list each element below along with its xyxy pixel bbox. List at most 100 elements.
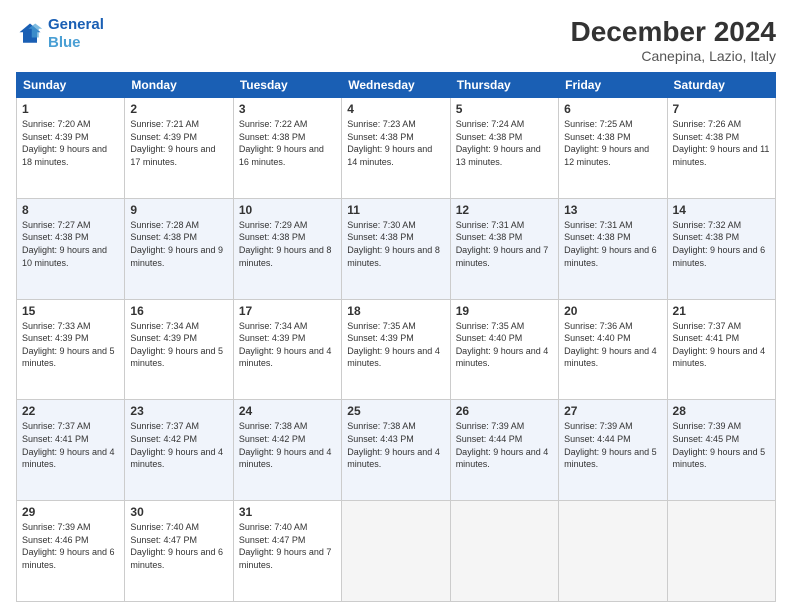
- calendar-cell: 11 Sunrise: 7:30 AM Sunset: 4:38 PM Dayl…: [342, 198, 450, 299]
- calendar-cell: 20 Sunrise: 7:36 AM Sunset: 4:40 PM Dayl…: [559, 299, 667, 400]
- calendar-cell: 24 Sunrise: 7:38 AM Sunset: 4:42 PM Dayl…: [233, 400, 341, 501]
- day-info: Sunrise: 7:21 AM Sunset: 4:39 PM Dayligh…: [130, 118, 227, 168]
- day-info: Sunrise: 7:36 AM Sunset: 4:40 PM Dayligh…: [564, 320, 661, 370]
- day-header-thursday: Thursday: [450, 73, 558, 98]
- day-number: 22: [22, 404, 119, 418]
- day-number: 12: [456, 203, 553, 217]
- calendar-week-row: 22 Sunrise: 7:37 AM Sunset: 4:41 PM Dayl…: [17, 400, 776, 501]
- calendar-cell: 28 Sunrise: 7:39 AM Sunset: 4:45 PM Dayl…: [667, 400, 775, 501]
- day-number: 8: [22, 203, 119, 217]
- calendar-cell: 5 Sunrise: 7:24 AM Sunset: 4:38 PM Dayli…: [450, 98, 558, 199]
- day-header-tuesday: Tuesday: [233, 73, 341, 98]
- day-number: 3: [239, 102, 336, 116]
- day-info: Sunrise: 7:40 AM Sunset: 4:47 PM Dayligh…: [239, 521, 336, 571]
- day-number: 16: [130, 304, 227, 318]
- calendar-cell: 18 Sunrise: 7:35 AM Sunset: 4:39 PM Dayl…: [342, 299, 450, 400]
- day-number: 2: [130, 102, 227, 116]
- day-info: Sunrise: 7:31 AM Sunset: 4:38 PM Dayligh…: [456, 219, 553, 269]
- day-number: 13: [564, 203, 661, 217]
- day-info: Sunrise: 7:22 AM Sunset: 4:38 PM Dayligh…: [239, 118, 336, 168]
- logo-line2: Blue: [48, 34, 104, 52]
- day-number: 20: [564, 304, 661, 318]
- calendar-cell: 4 Sunrise: 7:23 AM Sunset: 4:38 PM Dayli…: [342, 98, 450, 199]
- day-header-wednesday: Wednesday: [342, 73, 450, 98]
- calendar-header-row: SundayMondayTuesdayWednesdayThursdayFrid…: [17, 73, 776, 98]
- day-number: 1: [22, 102, 119, 116]
- day-number: 10: [239, 203, 336, 217]
- logo-text: General Blue: [48, 16, 104, 52]
- day-info: Sunrise: 7:30 AM Sunset: 4:38 PM Dayligh…: [347, 219, 444, 269]
- calendar-week-row: 15 Sunrise: 7:33 AM Sunset: 4:39 PM Dayl…: [17, 299, 776, 400]
- calendar-cell: 22 Sunrise: 7:37 AM Sunset: 4:41 PM Dayl…: [17, 400, 125, 501]
- day-number: 28: [673, 404, 770, 418]
- day-info: Sunrise: 7:34 AM Sunset: 4:39 PM Dayligh…: [239, 320, 336, 370]
- day-info: Sunrise: 7:35 AM Sunset: 4:39 PM Dayligh…: [347, 320, 444, 370]
- day-info: Sunrise: 7:33 AM Sunset: 4:39 PM Dayligh…: [22, 320, 119, 370]
- day-info: Sunrise: 7:20 AM Sunset: 4:39 PM Dayligh…: [22, 118, 119, 168]
- calendar-table: SundayMondayTuesdayWednesdayThursdayFrid…: [16, 72, 776, 602]
- calendar-cell: 9 Sunrise: 7:28 AM Sunset: 4:38 PM Dayli…: [125, 198, 233, 299]
- day-info: Sunrise: 7:28 AM Sunset: 4:38 PM Dayligh…: [130, 219, 227, 269]
- day-number: 30: [130, 505, 227, 519]
- day-info: Sunrise: 7:23 AM Sunset: 4:38 PM Dayligh…: [347, 118, 444, 168]
- day-number: 29: [22, 505, 119, 519]
- calendar-cell: 10 Sunrise: 7:29 AM Sunset: 4:38 PM Dayl…: [233, 198, 341, 299]
- calendar-cell: 30 Sunrise: 7:40 AM Sunset: 4:47 PM Dayl…: [125, 501, 233, 602]
- day-number: 21: [673, 304, 770, 318]
- day-info: Sunrise: 7:37 AM Sunset: 4:42 PM Dayligh…: [130, 420, 227, 470]
- day-number: 5: [456, 102, 553, 116]
- day-number: 18: [347, 304, 444, 318]
- day-info: Sunrise: 7:39 AM Sunset: 4:44 PM Dayligh…: [456, 420, 553, 470]
- day-number: 23: [130, 404, 227, 418]
- calendar-cell: 31 Sunrise: 7:40 AM Sunset: 4:47 PM Dayl…: [233, 501, 341, 602]
- main-title: December 2024: [571, 16, 776, 48]
- calendar-cell: 14 Sunrise: 7:32 AM Sunset: 4:38 PM Dayl…: [667, 198, 775, 299]
- calendar-cell: 29 Sunrise: 7:39 AM Sunset: 4:46 PM Dayl…: [17, 501, 125, 602]
- calendar-cell: 25 Sunrise: 7:38 AM Sunset: 4:43 PM Dayl…: [342, 400, 450, 501]
- day-info: Sunrise: 7:26 AM Sunset: 4:38 PM Dayligh…: [673, 118, 770, 168]
- page: General Blue December 2024 Canepina, Laz…: [0, 0, 792, 612]
- day-info: Sunrise: 7:39 AM Sunset: 4:44 PM Dayligh…: [564, 420, 661, 470]
- day-info: Sunrise: 7:34 AM Sunset: 4:39 PM Dayligh…: [130, 320, 227, 370]
- day-number: 15: [22, 304, 119, 318]
- day-number: 7: [673, 102, 770, 116]
- calendar-cell: 19 Sunrise: 7:35 AM Sunset: 4:40 PM Dayl…: [450, 299, 558, 400]
- calendar-cell: 27 Sunrise: 7:39 AM Sunset: 4:44 PM Dayl…: [559, 400, 667, 501]
- day-info: Sunrise: 7:39 AM Sunset: 4:45 PM Dayligh…: [673, 420, 770, 470]
- day-number: 9: [130, 203, 227, 217]
- day-number: 25: [347, 404, 444, 418]
- calendar-cell: 3 Sunrise: 7:22 AM Sunset: 4:38 PM Dayli…: [233, 98, 341, 199]
- day-number: 17: [239, 304, 336, 318]
- day-number: 4: [347, 102, 444, 116]
- calendar-cell: 2 Sunrise: 7:21 AM Sunset: 4:39 PM Dayli…: [125, 98, 233, 199]
- calendar-cell: 26 Sunrise: 7:39 AM Sunset: 4:44 PM Dayl…: [450, 400, 558, 501]
- day-info: Sunrise: 7:31 AM Sunset: 4:38 PM Dayligh…: [564, 219, 661, 269]
- day-info: Sunrise: 7:25 AM Sunset: 4:38 PM Dayligh…: [564, 118, 661, 168]
- calendar-cell: 8 Sunrise: 7:27 AM Sunset: 4:38 PM Dayli…: [17, 198, 125, 299]
- calendar-cell: 23 Sunrise: 7:37 AM Sunset: 4:42 PM Dayl…: [125, 400, 233, 501]
- logo-icon: [16, 20, 44, 48]
- calendar-cell: 6 Sunrise: 7:25 AM Sunset: 4:38 PM Dayli…: [559, 98, 667, 199]
- day-info: Sunrise: 7:39 AM Sunset: 4:46 PM Dayligh…: [22, 521, 119, 571]
- day-header-saturday: Saturday: [667, 73, 775, 98]
- day-number: 27: [564, 404, 661, 418]
- calendar-week-row: 29 Sunrise: 7:39 AM Sunset: 4:46 PM Dayl…: [17, 501, 776, 602]
- day-info: Sunrise: 7:38 AM Sunset: 4:42 PM Dayligh…: [239, 420, 336, 470]
- day-info: Sunrise: 7:29 AM Sunset: 4:38 PM Dayligh…: [239, 219, 336, 269]
- calendar-cell: 7 Sunrise: 7:26 AM Sunset: 4:38 PM Dayli…: [667, 98, 775, 199]
- day-header-monday: Monday: [125, 73, 233, 98]
- day-info: Sunrise: 7:37 AM Sunset: 4:41 PM Dayligh…: [673, 320, 770, 370]
- day-info: Sunrise: 7:37 AM Sunset: 4:41 PM Dayligh…: [22, 420, 119, 470]
- calendar-cell: 12 Sunrise: 7:31 AM Sunset: 4:38 PM Dayl…: [450, 198, 558, 299]
- day-info: Sunrise: 7:32 AM Sunset: 4:38 PM Dayligh…: [673, 219, 770, 269]
- calendar-week-row: 1 Sunrise: 7:20 AM Sunset: 4:39 PM Dayli…: [17, 98, 776, 199]
- logo-line1: General: [48, 16, 104, 33]
- subtitle: Canepina, Lazio, Italy: [571, 48, 776, 64]
- calendar-cell: 15 Sunrise: 7:33 AM Sunset: 4:39 PM Dayl…: [17, 299, 125, 400]
- calendar-cell: [667, 501, 775, 602]
- logo: General Blue: [16, 16, 104, 52]
- day-info: Sunrise: 7:40 AM Sunset: 4:47 PM Dayligh…: [130, 521, 227, 571]
- day-number: 31: [239, 505, 336, 519]
- calendar-cell: 17 Sunrise: 7:34 AM Sunset: 4:39 PM Dayl…: [233, 299, 341, 400]
- day-number: 11: [347, 203, 444, 217]
